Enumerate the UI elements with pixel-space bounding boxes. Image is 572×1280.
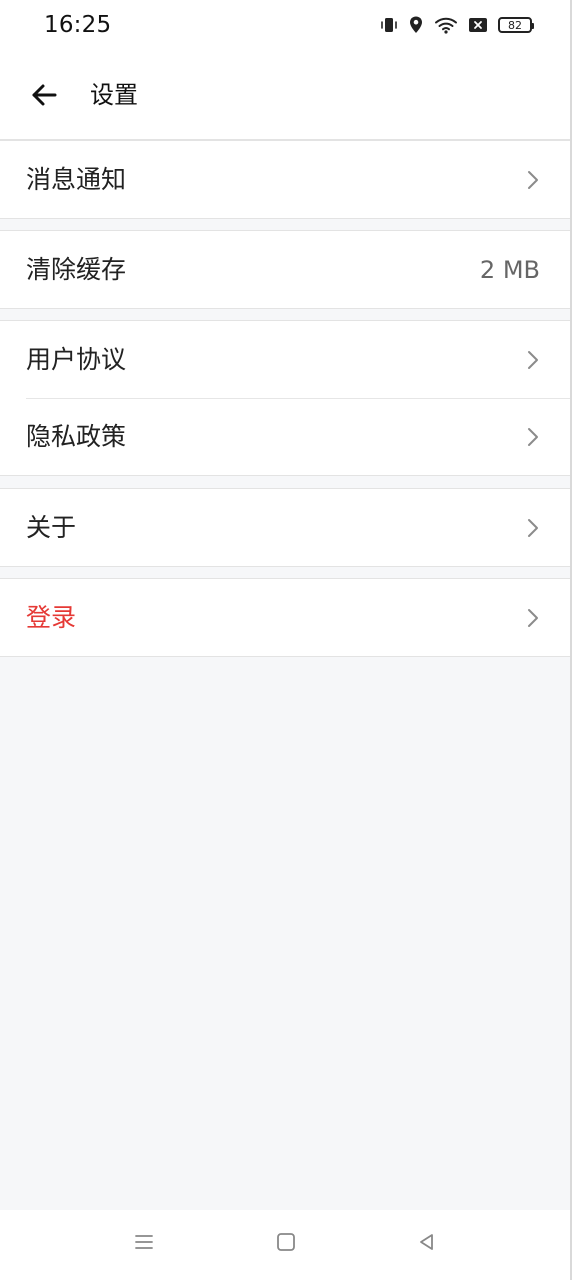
settings-item-label: 清除缓存 xyxy=(26,255,127,284)
settings-item-privacy-policy[interactable]: 隐私政策 xyxy=(0,398,570,475)
back-arrow-icon xyxy=(29,80,59,114)
home-button[interactable] xyxy=(271,1229,301,1259)
chevron-right-icon xyxy=(526,169,540,191)
settings-item-notifications[interactable]: 消息通知 xyxy=(0,141,570,218)
settings-item-label: 消息通知 xyxy=(26,165,127,194)
settings-item-clear-cache[interactable]: 清除缓存 2 MB xyxy=(0,231,570,308)
chevron-right-icon xyxy=(526,349,540,371)
settings-group-notifications: 消息通知 xyxy=(0,140,570,219)
top-app-bar: 设置 xyxy=(0,52,570,140)
vibrate-icon xyxy=(380,16,398,34)
chevron-right-icon xyxy=(526,607,540,629)
battery-icon: 82 xyxy=(498,17,534,33)
settings-item-login[interactable]: 登录 xyxy=(0,579,570,656)
login-label: 登录 xyxy=(26,603,77,632)
page-title: 设置 xyxy=(90,81,138,109)
settings-item-about[interactable]: 关于 xyxy=(0,489,570,566)
cache-size-value: 2 MB xyxy=(479,256,540,284)
settings-screen: 16:25 82 设置 消息通知 清除缓存 2 MB 用户协议 隐私政策 关于 … xyxy=(0,0,572,1280)
settings-group-legal: 用户协议 隐私政策 xyxy=(0,320,570,476)
chevron-right-icon xyxy=(526,517,540,539)
settings-item-label: 用户协议 xyxy=(26,345,127,374)
chevron-right-icon xyxy=(526,426,540,448)
settings-item-label: 隐私政策 xyxy=(26,422,127,451)
system-back-button[interactable] xyxy=(411,1229,441,1259)
settings-item-user-agreement[interactable]: 用户协议 xyxy=(0,321,570,398)
system-navigation-bar xyxy=(0,1210,570,1280)
settings-item-label: 关于 xyxy=(26,513,77,542)
battery-level: 82 xyxy=(508,18,522,32)
menu-icon xyxy=(132,1230,156,1258)
status-bar: 16:25 82 xyxy=(0,0,570,52)
settings-group-about: 关于 xyxy=(0,488,570,567)
close-box-icon xyxy=(468,16,488,34)
back-triangle-icon xyxy=(414,1230,438,1258)
settings-group-cache: 清除缓存 2 MB xyxy=(0,230,570,309)
recent-apps-button[interactable] xyxy=(129,1229,159,1259)
status-icons: 82 xyxy=(380,13,534,37)
status-time: 16:25 xyxy=(44,12,112,38)
home-square-icon xyxy=(274,1230,298,1258)
wifi-icon xyxy=(434,16,458,34)
settings-group-login: 登录 xyxy=(0,578,570,657)
location-icon xyxy=(408,15,424,35)
back-button[interactable] xyxy=(26,79,62,115)
